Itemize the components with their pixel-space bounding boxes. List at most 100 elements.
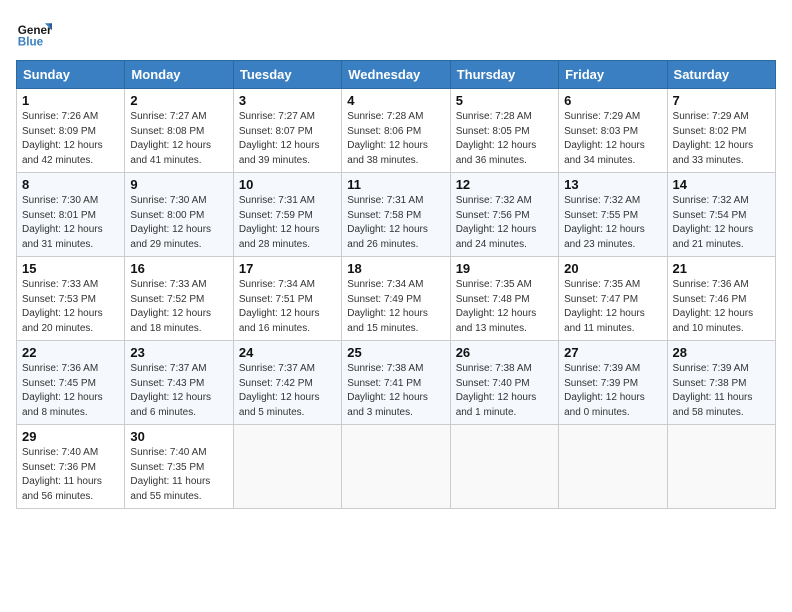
day-info: Sunrise: 7:40 AMSunset: 7:35 PMDaylight:…	[130, 446, 227, 504]
day-number: 9	[130, 177, 227, 192]
calendar-week-row: 15 Sunrise: 7:33 AMSunset: 7:53 PMDayligh…	[17, 257, 776, 341]
calendar-week-row: 8 Sunrise: 7:30 AMSunset: 8:01 PMDaylight…	[17, 173, 776, 257]
day-number: 1	[22, 93, 119, 108]
weekday-header-cell: Monday	[125, 61, 233, 89]
calendar-day-cell	[450, 425, 558, 509]
day-info: Sunrise: 7:26 AMSunset: 8:09 PMDaylight:…	[22, 110, 119, 168]
logo-icon: General Blue	[16, 16, 52, 52]
calendar-week-row: 1 Sunrise: 7:26 AMSunset: 8:09 PMDaylight…	[17, 89, 776, 173]
calendar-day-cell: 24 Sunrise: 7:37 AMSunset: 7:42 PMDayligh…	[233, 341, 341, 425]
calendar-day-cell: 22 Sunrise: 7:36 AMSunset: 7:45 PMDayligh…	[17, 341, 125, 425]
day-number: 15	[22, 261, 119, 276]
calendar-day-cell: 23Sunrise: 7:37 AMSunset: 7:43 PMDayligh…	[125, 341, 233, 425]
calendar-day-cell: 3 Sunrise: 7:27 AMSunset: 8:07 PMDaylight…	[233, 89, 341, 173]
day-info: Sunrise: 7:39 AMSunset: 7:39 PMDaylight:…	[564, 362, 661, 420]
day-number: 16	[130, 261, 227, 276]
calendar-day-cell: 12 Sunrise: 7:32 AMSunset: 7:56 PMDayligh…	[450, 173, 558, 257]
weekday-header-cell: Thursday	[450, 61, 558, 89]
day-number: 11	[347, 177, 444, 192]
day-info: Sunrise: 7:35 AMSunset: 7:47 PMDaylight:…	[564, 278, 661, 336]
calendar-day-cell: 2 Sunrise: 7:27 AMSunset: 8:08 PMDaylight…	[125, 89, 233, 173]
calendar-day-cell: 30Sunrise: 7:40 AMSunset: 7:35 PMDayligh…	[125, 425, 233, 509]
calendar-body: 1 Sunrise: 7:26 AMSunset: 8:09 PMDaylight…	[17, 89, 776, 509]
day-info: Sunrise: 7:34 AMSunset: 7:49 PMDaylight:…	[347, 278, 444, 336]
calendar-day-cell: 21 Sunrise: 7:36 AMSunset: 7:46 PMDayligh…	[667, 257, 775, 341]
calendar-day-cell: 18 Sunrise: 7:34 AMSunset: 7:49 PMDayligh…	[342, 257, 450, 341]
day-number: 22	[22, 345, 119, 360]
day-info: Sunrise: 7:28 AMSunset: 8:06 PMDaylight:…	[347, 110, 444, 168]
day-number: 24	[239, 345, 336, 360]
calendar-day-cell: 26 Sunrise: 7:38 AMSunset: 7:40 PMDayligh…	[450, 341, 558, 425]
day-number: 20	[564, 261, 661, 276]
day-number: 12	[456, 177, 553, 192]
calendar-day-cell: 14Sunrise: 7:32 AMSunset: 7:54 PMDayligh…	[667, 173, 775, 257]
calendar-day-cell	[233, 425, 341, 509]
page-header: General Blue	[16, 16, 776, 52]
calendar-day-cell: 5 Sunrise: 7:28 AMSunset: 8:05 PMDaylight…	[450, 89, 558, 173]
day-info: Sunrise: 7:39 AMSunset: 7:38 PMDaylight:…	[673, 362, 770, 420]
weekday-header-cell: Sunday	[17, 61, 125, 89]
day-info: Sunrise: 7:31 AMSunset: 7:59 PMDaylight:…	[239, 194, 336, 252]
weekday-header-cell: Tuesday	[233, 61, 341, 89]
svg-text:Blue: Blue	[18, 36, 44, 49]
day-info: Sunrise: 7:33 AMSunset: 7:53 PMDaylight:…	[22, 278, 119, 336]
calendar-day-cell: 8 Sunrise: 7:30 AMSunset: 8:01 PMDaylight…	[17, 173, 125, 257]
day-info: Sunrise: 7:37 AMSunset: 7:42 PMDaylight:…	[239, 362, 336, 420]
day-number: 18	[347, 261, 444, 276]
day-info: Sunrise: 7:28 AMSunset: 8:05 PMDaylight:…	[456, 110, 553, 168]
calendar-week-row: 29 Sunrise: 7:40 AMSunset: 7:36 PMDayligh…	[17, 425, 776, 509]
day-number: 25	[347, 345, 444, 360]
day-number: 21	[673, 261, 770, 276]
weekday-header-row: SundayMondayTuesdayWednesdayThursdayFrid…	[17, 61, 776, 89]
calendar-day-cell: 29 Sunrise: 7:40 AMSunset: 7:36 PMDayligh…	[17, 425, 125, 509]
calendar-day-cell: 27 Sunrise: 7:39 AMSunset: 7:39 PMDayligh…	[559, 341, 667, 425]
day-info: Sunrise: 7:32 AMSunset: 7:55 PMDaylight:…	[564, 194, 661, 252]
day-info: Sunrise: 7:38 AMSunset: 7:40 PMDaylight:…	[456, 362, 553, 420]
day-number: 10	[239, 177, 336, 192]
calendar-day-cell	[667, 425, 775, 509]
day-info: Sunrise: 7:36 AMSunset: 7:46 PMDaylight:…	[673, 278, 770, 336]
calendar-day-cell: 25 Sunrise: 7:38 AMSunset: 7:41 PMDayligh…	[342, 341, 450, 425]
day-number: 3	[239, 93, 336, 108]
day-number: 28	[673, 345, 770, 360]
calendar-day-cell: 28 Sunrise: 7:39 AMSunset: 7:38 PMDayligh…	[667, 341, 775, 425]
calendar-day-cell	[559, 425, 667, 509]
day-info: Sunrise: 7:27 AMSunset: 8:08 PMDaylight:…	[130, 110, 227, 168]
day-number: 7	[673, 93, 770, 108]
day-number: 17	[239, 261, 336, 276]
day-number: 14	[673, 177, 770, 192]
day-info: Sunrise: 7:27 AMSunset: 8:07 PMDaylight:…	[239, 110, 336, 168]
day-info: Sunrise: 7:33 AMSunset: 7:52 PMDaylight:…	[130, 278, 227, 336]
day-info: Sunrise: 7:32 AMSunset: 7:56 PMDaylight:…	[456, 194, 553, 252]
calendar-day-cell	[342, 425, 450, 509]
day-number: 29	[22, 429, 119, 444]
logo: General Blue	[16, 16, 56, 52]
day-info: Sunrise: 7:29 AMSunset: 8:03 PMDaylight:…	[564, 110, 661, 168]
calendar-week-row: 22 Sunrise: 7:36 AMSunset: 7:45 PMDayligh…	[17, 341, 776, 425]
calendar-day-cell: 7 Sunrise: 7:29 AMSunset: 8:02 PMDaylight…	[667, 89, 775, 173]
calendar-day-cell: 17Sunrise: 7:34 AMSunset: 7:51 PMDayligh…	[233, 257, 341, 341]
day-number: 23	[130, 345, 227, 360]
day-info: Sunrise: 7:29 AMSunset: 8:02 PMDaylight:…	[673, 110, 770, 168]
day-number: 26	[456, 345, 553, 360]
calendar-day-cell: 19Sunrise: 7:35 AMSunset: 7:48 PMDayligh…	[450, 257, 558, 341]
calendar-day-cell: 11Sunrise: 7:31 AMSunset: 7:58 PMDayligh…	[342, 173, 450, 257]
calendar-day-cell: 15 Sunrise: 7:33 AMSunset: 7:53 PMDayligh…	[17, 257, 125, 341]
calendar-day-cell: 9Sunrise: 7:30 AMSunset: 8:00 PMDaylight…	[125, 173, 233, 257]
calendar-day-cell: 6Sunrise: 7:29 AMSunset: 8:03 PMDaylight…	[559, 89, 667, 173]
calendar-table: SundayMondayTuesdayWednesdayThursdayFrid…	[16, 60, 776, 509]
day-info: Sunrise: 7:38 AMSunset: 7:41 PMDaylight:…	[347, 362, 444, 420]
calendar-day-cell: 4Sunrise: 7:28 AMSunset: 8:06 PMDaylight…	[342, 89, 450, 173]
day-number: 5	[456, 93, 553, 108]
day-number: 27	[564, 345, 661, 360]
day-number: 2	[130, 93, 227, 108]
calendar-day-cell: 1 Sunrise: 7:26 AMSunset: 8:09 PMDaylight…	[17, 89, 125, 173]
day-number: 8	[22, 177, 119, 192]
day-info: Sunrise: 7:36 AMSunset: 7:45 PMDaylight:…	[22, 362, 119, 420]
day-info: Sunrise: 7:30 AMSunset: 8:01 PMDaylight:…	[22, 194, 119, 252]
weekday-header-cell: Saturday	[667, 61, 775, 89]
day-number: 19	[456, 261, 553, 276]
day-info: Sunrise: 7:40 AMSunset: 7:36 PMDaylight:…	[22, 446, 119, 504]
calendar-day-cell: 20 Sunrise: 7:35 AMSunset: 7:47 PMDayligh…	[559, 257, 667, 341]
calendar-day-cell: 13Sunrise: 7:32 AMSunset: 7:55 PMDayligh…	[559, 173, 667, 257]
